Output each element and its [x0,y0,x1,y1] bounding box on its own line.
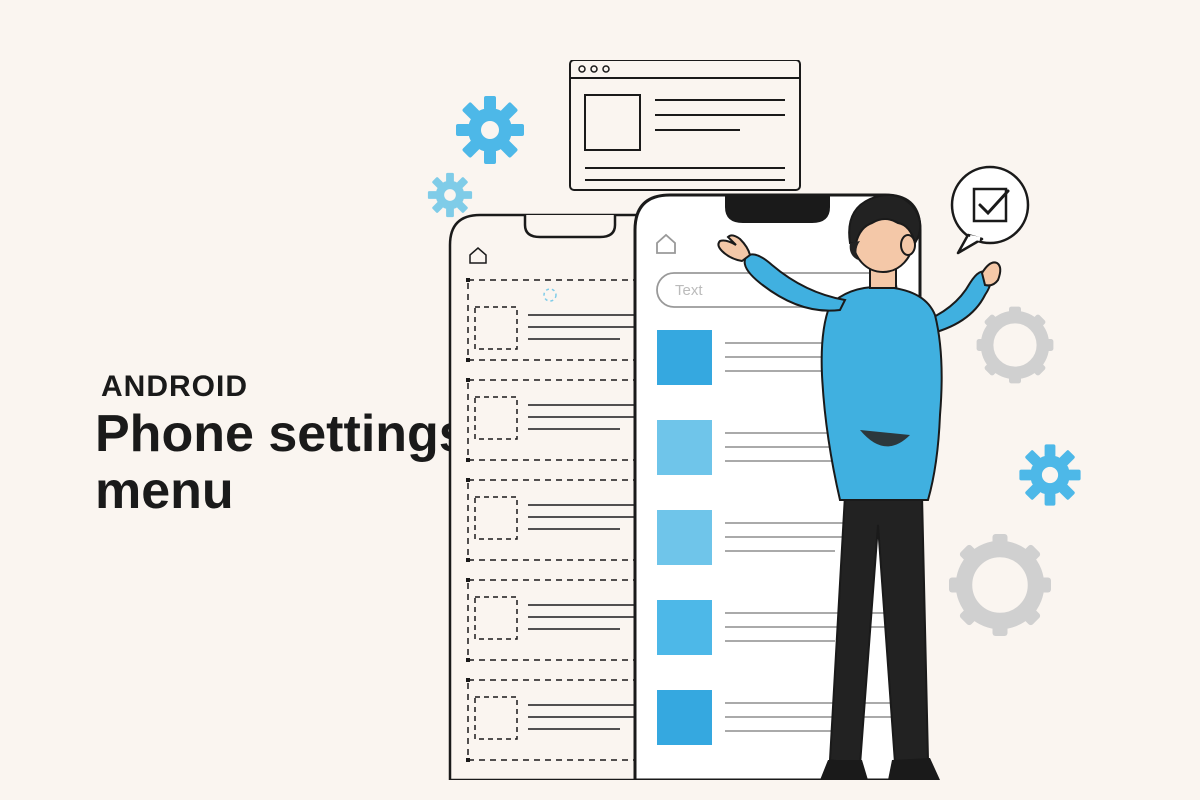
gear-icon [1019,444,1080,505]
subtitle: ANDROID [101,370,468,404]
illustration: Text [420,60,1170,780]
browser-window-icon [570,60,800,190]
title-line-1: Phone settings [95,405,468,463]
title-line-2: menu [95,462,234,520]
gear-icon [428,173,472,217]
search-placeholder: Text [675,282,703,299]
heading-block: ANDROID Phone settings menu [95,370,468,520]
speech-bubble-checkbox-icon [952,167,1028,253]
gear-icon [456,96,524,164]
gear-icon [928,513,1072,657]
title: Phone settings menu [95,406,468,520]
